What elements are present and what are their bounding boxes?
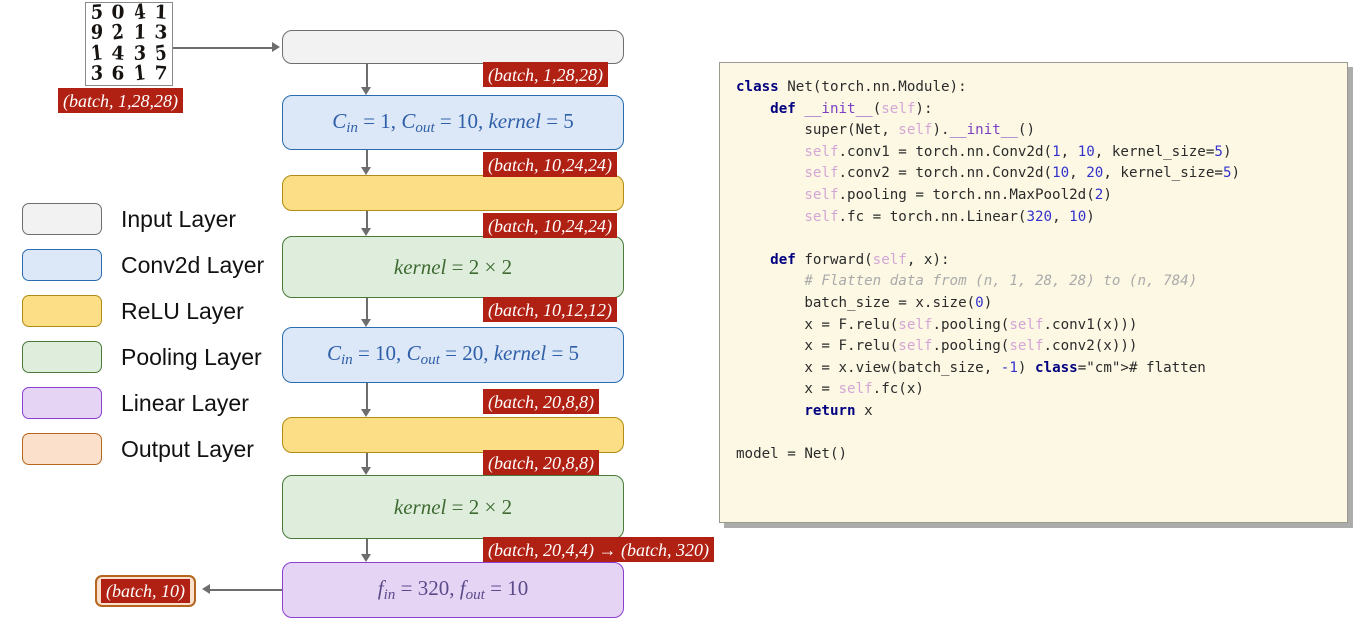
edge-shape-tag: (batch, 10,24,24)	[483, 152, 617, 177]
flow-node-label: fin = 320, fout = 10	[377, 576, 529, 603]
flow-node-input[interactable]	[282, 30, 624, 64]
flow-arrow-head	[361, 319, 371, 327]
edge-shape-tag: (batch, 20,4,4) → (batch, 320)	[483, 537, 714, 562]
code-panel: class Net(torch.nn.Module): def __init__…	[719, 62, 1348, 523]
mnist-digit: 4	[111, 42, 126, 66]
legend-item-pooling-layer: Pooling Layer	[22, 334, 302, 380]
flow-node-linear[interactable]: fin = 320, fout = 10	[282, 562, 624, 618]
flow-node-label: kernel = 2 × 2	[393, 494, 513, 519]
legend-label: ReLU Layer	[121, 297, 244, 324]
legend-item-linear-layer: Linear Layer	[22, 380, 302, 426]
flow-arrow-head	[361, 409, 371, 417]
edge-shape-tag-text: (batch, 20,8,8)	[488, 452, 594, 473]
flow-node-pool1[interactable]: kernel = 2 × 2	[282, 236, 624, 298]
flow-node-relu1[interactable]	[282, 175, 624, 211]
legend-item-conv2d-layer: Conv2d Layer	[22, 242, 302, 288]
legend-item-relu-layer: ReLU Layer	[22, 288, 302, 334]
flow-arrow-line	[366, 539, 368, 555]
flow-arrow-line	[366, 453, 368, 468]
mnist-digit: 6	[111, 62, 126, 86]
output-arrow-line	[210, 589, 282, 591]
edge-shape-tag: (batch, 20,8,8)	[483, 389, 599, 414]
flow-node-label: Cin = 10, Cout = 20, kernel = 5	[326, 341, 580, 368]
legend-swatch	[22, 203, 102, 235]
edge-shape-tag-text: (batch, 10,24,24)	[488, 154, 612, 175]
mnist-digit: 2	[111, 20, 126, 46]
legend-item-input-layer: Input Layer	[22, 196, 302, 242]
mnist-digit: 7	[154, 62, 169, 86]
legend-swatch	[22, 295, 102, 327]
edge-shape-tag: (batch, 20,8,8)	[483, 450, 599, 475]
input-shape-tag-text: (batch, 1,28,28)	[63, 90, 178, 111]
legend-label: Linear Layer	[121, 389, 249, 416]
mnist-digit: 1	[133, 21, 147, 46]
flow-arrow-head	[361, 167, 371, 175]
legend-label: Input Layer	[121, 205, 237, 232]
flow-arrow-head	[361, 554, 371, 562]
input-shape-tag: (batch, 1,28,28)	[58, 88, 183, 113]
legend: Input Layer Conv2d Layer ReLU Layer Pooling…	[22, 196, 302, 472]
flow-node-output[interactable]: (batch, 10)	[95, 575, 196, 607]
flow-arrow-head	[361, 87, 371, 95]
mnist-digit: 1	[154, 1, 169, 25]
legend-swatch	[22, 387, 102, 419]
edge-shape-tag: (batch, 10,12,12)	[483, 297, 617, 322]
edge-shape-tag-text: (batch, 20,4,4) → (batch, 320)	[488, 539, 709, 560]
flow-node-conv1[interactable]: Cin = 1, Cout = 10, kernel = 5	[282, 95, 624, 150]
flow-node-relu2[interactable]	[282, 417, 624, 453]
legend-label: Conv2d Layer	[121, 251, 265, 278]
flow-arrow-head	[361, 228, 371, 236]
flow-arrow-head	[361, 467, 371, 475]
code-block: class Net(torch.nn.Module): def __init__…	[736, 79, 1241, 463]
input-arrow-head	[272, 42, 280, 52]
output-shape-tag: (batch, 10)	[101, 579, 190, 603]
legend-swatch	[22, 433, 102, 465]
flow-node-conv2[interactable]: Cin = 10, Cout = 20, kernel = 5	[282, 327, 624, 383]
flow-arrow-line	[366, 64, 368, 88]
flow-arrow-line	[366, 298, 368, 320]
legend-label: Pooling Layer	[121, 343, 262, 370]
flow-arrow-line	[366, 383, 368, 410]
edge-shape-tag-text: (batch, 1,28,28)	[488, 64, 603, 85]
input-arrow-line	[173, 47, 273, 49]
output-arrow-head	[202, 584, 210, 594]
edge-shape-tag: (batch, 1,28,28)	[483, 62, 608, 87]
flow-arrow-line	[366, 211, 368, 229]
legend-swatch	[22, 249, 102, 281]
edge-shape-tag-text: (batch, 10,12,12)	[488, 299, 612, 320]
flow-node-label: kernel = 2 × 2	[393, 254, 513, 279]
flow-node-pool2[interactable]: kernel = 2 × 2	[282, 475, 624, 539]
mnist-digit-grid: 5041921314353617	[85, 0, 173, 87]
output-shape-tag-text: (batch, 10)	[106, 581, 185, 601]
edge-shape-tag-text: (batch, 10,24,24)	[488, 215, 612, 236]
flow-node-label: Cin = 1, Cout = 10, kernel = 5	[332, 108, 574, 136]
legend-item-output-layer: Output Layer	[22, 426, 302, 472]
legend-swatch	[22, 341, 102, 373]
edge-shape-tag: (batch, 10,24,24)	[483, 213, 617, 238]
edge-shape-tag-text: (batch, 20,8,8)	[488, 391, 594, 412]
mnist-digit: 3	[90, 62, 104, 87]
mnist-digit: 1	[132, 61, 147, 87]
legend-label: Output Layer	[121, 435, 254, 462]
flow-arrow-line	[366, 150, 368, 168]
